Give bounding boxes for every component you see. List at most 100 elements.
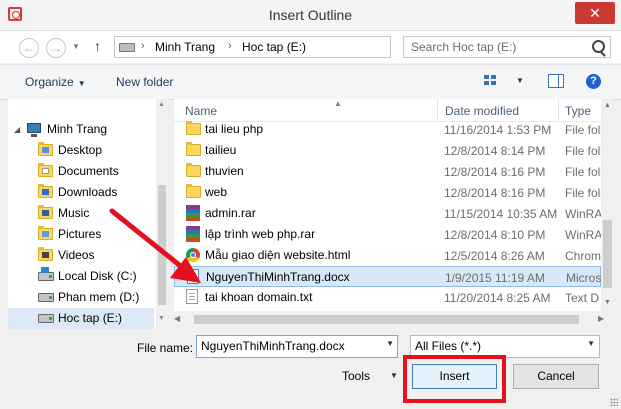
drive-icon [38, 293, 54, 302]
documents-folder-icon [38, 163, 53, 177]
address-bar[interactable]: › Minh Trang › Hoc tap (E:) ▼ ⟳ [114, 36, 497, 58]
word-doc-icon [187, 269, 199, 284]
address-row: ← → ▼ ↑ › Minh Trang › Hoc tap (E:) ▼ ⟳ … [0, 31, 621, 63]
column-header-name[interactable]: Name [185, 104, 217, 118]
chevron-down-icon: ▼ [77, 79, 86, 88]
file-type: Chrom [565, 249, 601, 263]
sidebar-item-label: Phan mem (D:) [58, 290, 140, 304]
file-date: 12/5/2014 8:26 AM [444, 249, 545, 263]
organize-button[interactable]: Organize ▼ [25, 75, 86, 89]
file-row[interactable]: admin.rar 11/15/2014 10:35 AM WinRA [174, 203, 601, 224]
file-list: ▲ Name Date modified Type tai lieu php 1… [174, 99, 601, 311]
recent-locations-icon[interactable]: ▼ [72, 42, 80, 51]
sidebar-item-pictures[interactable]: Pictures [8, 224, 154, 245]
rar-archive-icon [186, 205, 200, 221]
file-name: thuvien [205, 164, 244, 178]
chevron-down-icon[interactable]: ▼ [587, 339, 595, 348]
videos-folder-icon [38, 247, 53, 261]
text-file-icon [186, 289, 198, 304]
dialog-footer: File name: NguyenThiMinhTrang.docx ▼ All… [0, 329, 621, 409]
sidebar-item-label: Videos [58, 248, 95, 262]
organize-label: Organize [25, 75, 74, 89]
file-row[interactable]: thuvien 12/8/2014 8:16 PM File fold [174, 161, 601, 182]
file-list-horizontal-scrollbar[interactable]: ◀ ▶ [168, 311, 614, 328]
sidebar-item-desktop[interactable]: Desktop [8, 140, 154, 161]
title-bar: Insert Outline ✕ [0, 0, 621, 31]
pictures-folder-icon [38, 226, 53, 240]
scroll-down-icon[interactable]: ▼ [158, 315, 165, 322]
file-name: tailieu [205, 143, 237, 157]
file-name-field[interactable]: NguyenThiMinhTrang.docx ▼ [196, 335, 398, 358]
sidebar-item-documents[interactable]: Documents [8, 161, 154, 182]
breadcrumb-separator[interactable]: › [141, 40, 145, 52]
sidebar-item-videos[interactable]: Videos [8, 245, 154, 266]
change-view-icon[interactable] [484, 75, 498, 87]
drive-icon [119, 43, 135, 52]
close-button[interactable]: ✕ [575, 2, 615, 24]
file-date: 12/8/2014 8:10 PM [444, 228, 546, 242]
scroll-right-icon[interactable]: ▶ [598, 314, 604, 323]
file-type: File fold [565, 186, 601, 200]
column-header-date-modified[interactable]: Date modified [445, 104, 519, 118]
file-row[interactable]: tai lieu php 11/16/2014 1:53 PM File fol… [174, 119, 601, 140]
file-row-selected[interactable]: NguyenThiMinhTrang.docx 1/9/2015 11:19 A… [174, 266, 601, 287]
up-arrow-icon[interactable]: ↑ [94, 38, 101, 54]
file-name-dropdown-icon[interactable]: ▼ [386, 339, 394, 348]
vertical-scroll-thumb[interactable] [603, 220, 612, 288]
sidebar-item-label: Pictures [58, 227, 102, 241]
view-dropdown-icon[interactable]: ▼ [516, 76, 524, 85]
file-name: admin.rar [205, 206, 256, 220]
sidebar-item-hoc-tap-e[interactable]: Hoc tap (E:) [8, 308, 154, 329]
search-input[interactable]: Search Hoc tap (E:) [403, 36, 611, 58]
sidebar-item-phan-mem-d[interactable]: Phan mem (D:) [8, 287, 154, 308]
folder-icon [186, 184, 201, 198]
help-icon[interactable]: ? [586, 74, 601, 89]
column-divider[interactable] [437, 99, 438, 121]
search-icon[interactable] [592, 40, 605, 53]
file-name-value: NguyenThiMinhTrang.docx [201, 339, 345, 353]
scroll-up-icon[interactable]: ▲ [604, 102, 611, 109]
column-header-type[interactable]: Type [565, 104, 591, 118]
sidebar-scrollbar[interactable]: ▲ ▼ [156, 99, 168, 329]
sidebar-item-minh-trang[interactable]: ◢ Minh Trang [8, 119, 154, 140]
scroll-left-icon[interactable]: ◀ [174, 314, 180, 323]
file-row[interactable]: web 12/8/2014 8:16 PM File fold [174, 182, 601, 203]
horizontal-scroll-thumb[interactable] [194, 315, 579, 324]
column-divider[interactable] [558, 99, 559, 121]
sidebar-item-music[interactable]: Music [8, 203, 154, 224]
command-toolbar: Organize ▼ New folder ▼ ? [0, 64, 621, 100]
forward-arrow-icon[interactable]: → [46, 38, 66, 58]
back-arrow-icon[interactable]: ← [19, 38, 39, 58]
scroll-up-icon[interactable]: ▲ [158, 101, 165, 108]
preview-pane-icon[interactable] [548, 74, 564, 88]
sidebar-scroll-thumb[interactable] [158, 185, 166, 305]
file-row[interactable]: tai khoan domain.txt 11/20/2014 8:25 AM … [174, 287, 601, 308]
tools-button[interactable]: Tools [342, 369, 370, 383]
sidebar-item-downloads[interactable]: Downloads [8, 182, 154, 203]
collapse-arrow-icon[interactable]: ◢ [14, 125, 20, 134]
file-name: tai khoan domain.txt [205, 290, 313, 304]
breadcrumb-hoc-tap[interactable]: Hoc tap (E:) [242, 40, 306, 54]
folder-icon [186, 142, 201, 156]
resize-grip-icon[interactable] [610, 398, 618, 406]
new-folder-button[interactable]: New folder [116, 75, 173, 89]
file-row[interactable]: lập trình web php.rar 12/8/2014 8:10 PM … [174, 224, 601, 245]
sidebar-item-local-disk-c[interactable]: Local Disk (C:) [8, 266, 154, 287]
music-folder-icon [38, 205, 53, 219]
file-list-vertical-scrollbar[interactable]: ▲ ▼ [601, 99, 614, 311]
file-type: File fold [565, 165, 601, 179]
file-type: Micros [566, 271, 601, 285]
cancel-button[interactable]: Cancel [513, 364, 599, 389]
sidebar-item-label: Downloads [58, 185, 118, 199]
tools-dropdown-icon[interactable]: ▼ [390, 371, 398, 380]
file-row[interactable]: Mẫu giao diện website.html 12/5/2014 8:2… [174, 245, 601, 266]
file-date: 1/9/2015 11:19 AM [445, 271, 545, 285]
breadcrumb-minh-trang[interactable]: Minh Trang [155, 40, 215, 54]
file-type: Text D [565, 291, 600, 305]
scroll-down-icon[interactable]: ▼ [604, 299, 611, 306]
breadcrumb-separator[interactable]: › [228, 40, 232, 52]
file-type: WinRA [565, 207, 601, 221]
folder-icon [186, 121, 201, 135]
file-date: 12/8/2014 8:14 PM [444, 144, 546, 158]
file-row[interactable]: tailieu 12/8/2014 8:14 PM File fold [174, 140, 601, 161]
